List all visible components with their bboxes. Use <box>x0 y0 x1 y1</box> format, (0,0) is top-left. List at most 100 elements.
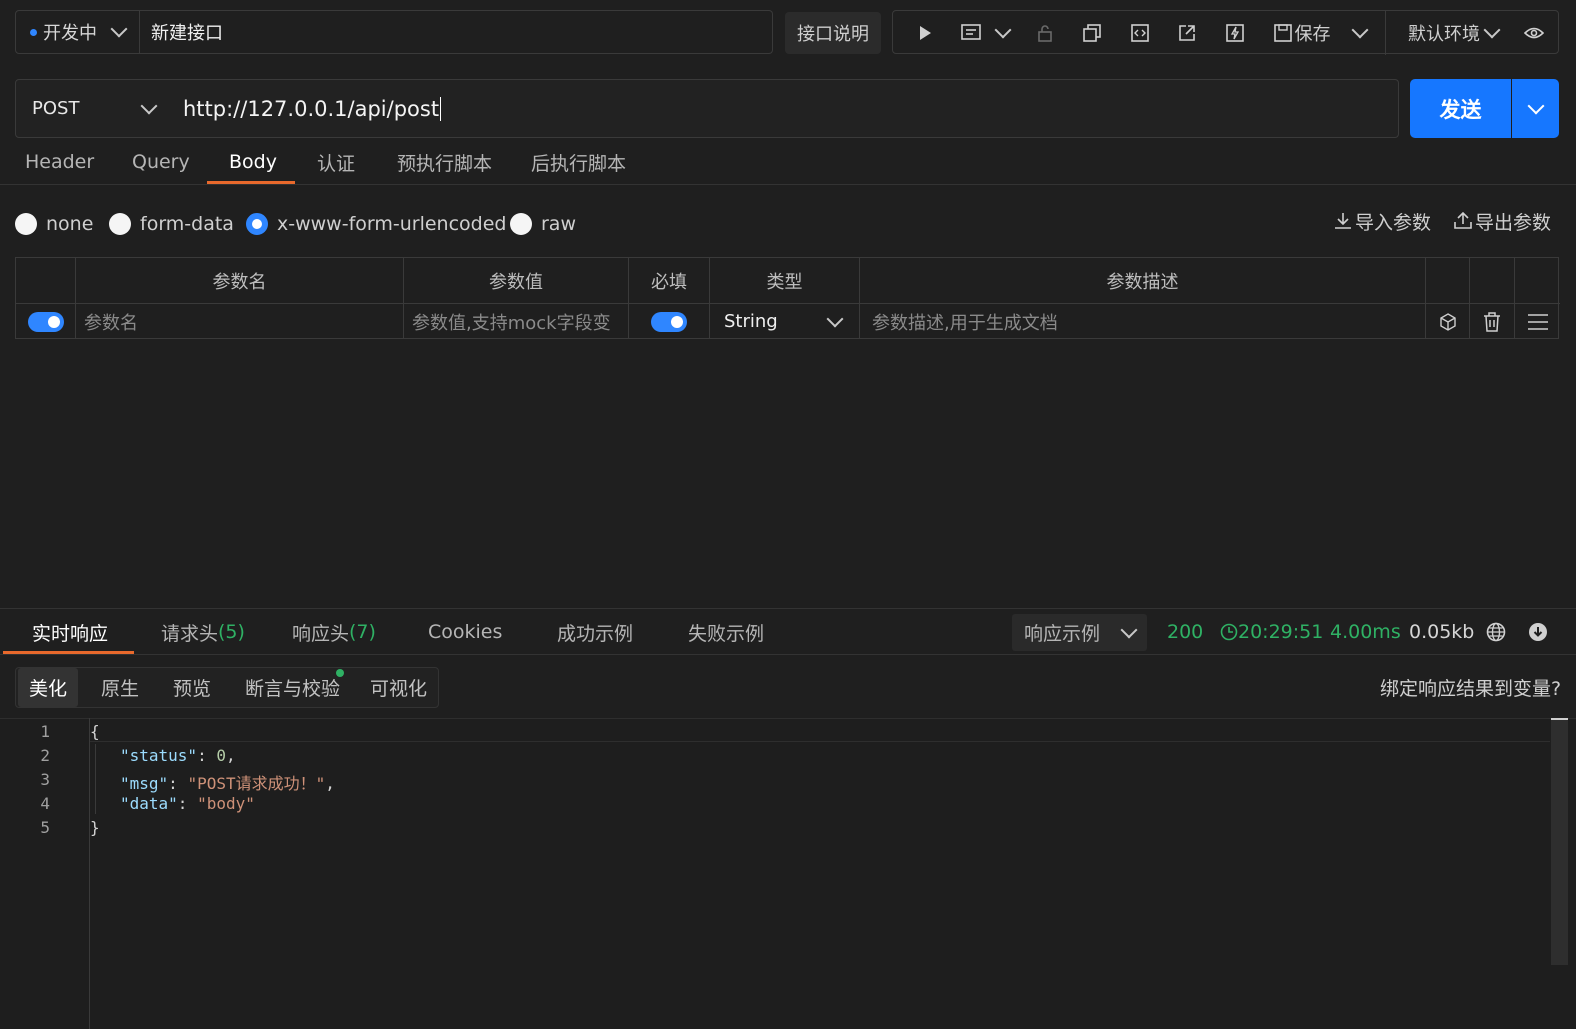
share-icon[interactable] <box>1173 11 1201 55</box>
param-name-input[interactable]: 参数名 <box>76 303 404 339</box>
lock-icon[interactable] <box>1031 11 1059 55</box>
code-line: { <box>90 722 100 741</box>
type-select[interactable]: String <box>710 303 860 339</box>
col-enable <box>16 258 76 303</box>
tab-preview[interactable]: 预览 <box>173 668 211 707</box>
tab-raw[interactable]: 原生 <box>101 668 139 707</box>
radio-circle <box>510 213 532 235</box>
active-tab-indicator <box>207 181 295 184</box>
tab-body[interactable]: Body <box>229 140 277 184</box>
line-number: 3 <box>40 770 50 789</box>
save-button[interactable]: 保存 <box>1267 11 1337 55</box>
radio-circle-selected <box>246 213 268 235</box>
clock-icon <box>1220 623 1238 641</box>
cube-icon[interactable] <box>1426 303 1470 339</box>
tab-fail-example[interactable]: 失败示例 <box>688 609 764 655</box>
tab-request-headers[interactable]: 请求头 (5) <box>161 609 245 655</box>
response-example-select[interactable]: 响应示例 <box>1012 614 1147 651</box>
method-select[interactable]: POST <box>15 79 172 138</box>
col-type: 类型 <box>710 258 860 303</box>
required-toggle[interactable] <box>629 303 710 339</box>
tab-visualize[interactable]: 可视化 <box>370 668 427 707</box>
tab-response-headers[interactable]: 响应头 (7) <box>292 609 376 655</box>
chevron-down-icon <box>140 97 158 114</box>
param-value-input[interactable]: 参数值,支持mock字段变 <box>404 303 629 339</box>
response-size: 0.05kb <box>1409 621 1475 643</box>
radio-urlencoded[interactable]: x-www-form-urlencoded <box>246 210 506 238</box>
toggle-switch <box>651 311 687 332</box>
toolbar-divider <box>1385 11 1386 55</box>
globe-icon[interactable] <box>1486 609 1506 655</box>
chevron-down-icon <box>110 20 128 38</box>
indent-guide <box>95 744 96 814</box>
active-response-tab-indicator <box>3 651 134 654</box>
tab-label: 请求头 <box>161 622 219 645</box>
enable-toggle[interactable] <box>16 303 76 339</box>
chevron-down-icon[interactable] <box>989 11 1017 55</box>
radio-label: form-data <box>140 213 234 235</box>
api-name-input[interactable]: 新建接口 <box>139 10 773 54</box>
code-line: "msg": "POST请求成功！", <box>120 774 335 793</box>
radio-label: none <box>46 213 94 235</box>
type-label: String <box>724 311 778 332</box>
env-select[interactable]: 默认环境 <box>1403 11 1503 55</box>
eye-icon[interactable] <box>1519 11 1549 55</box>
param-table: 参数名 参数值 必填 类型 参数描述 参数名 参数值,支持mock字段变 Str… <box>15 257 1560 339</box>
line-number: 5 <box>40 818 50 837</box>
request-tabs: Header Query Body 认证 预执行脚本 后执行脚本 <box>0 140 1576 185</box>
tab-pre-script[interactable]: 预执行脚本 <box>397 140 492 184</box>
tab-cookies[interactable]: Cookies <box>428 609 502 655</box>
code-line: "status": 0, <box>120 746 236 765</box>
radio-none[interactable]: none <box>15 210 93 238</box>
response-editor[interactable] <box>0 718 1576 1029</box>
send-dropdown-button[interactable] <box>1512 79 1559 138</box>
url-text: http://127.0.0.1/api/post <box>183 96 440 121</box>
tab-assertion[interactable]: 断言与校验 <box>245 668 340 707</box>
line-number: 4 <box>40 794 50 813</box>
code-icon[interactable] <box>1126 11 1154 55</box>
tab-header[interactable]: Header <box>25 140 94 184</box>
code-line: "data": "body" <box>120 794 255 813</box>
env-status-select[interactable]: 开发中 <box>15 10 140 54</box>
col-description: 参数描述 <box>860 258 1426 303</box>
col-param-value: 参数值 <box>404 258 629 303</box>
download-response-icon[interactable] <box>1528 609 1548 655</box>
flash-icon[interactable] <box>1221 11 1249 55</box>
radio-raw[interactable]: raw <box>510 210 576 238</box>
bind-response-link[interactable]: 绑定响应结果到变量? <box>1380 673 1561 701</box>
url-input[interactable]: http://127.0.0.1/api/post <box>171 79 1399 138</box>
tab-query[interactable]: Query <box>132 140 190 184</box>
tab-beautify[interactable]: 美化 <box>18 668 78 707</box>
chevron-down-icon[interactable] <box>1345 11 1375 55</box>
import-params-button[interactable]: 导入参数 <box>1334 207 1431 235</box>
tab-post-script[interactable]: 后执行脚本 <box>531 140 626 184</box>
drag-handle-icon[interactable] <box>1515 303 1560 339</box>
export-params-button[interactable]: 导出参数 <box>1454 207 1551 235</box>
send-button[interactable]: 发送 <box>1410 79 1511 138</box>
toolbar: 保存 默认环境 <box>892 10 1559 55</box>
debug-icon[interactable] <box>957 11 985 55</box>
play-icon[interactable] <box>911 11 939 55</box>
param-description-input[interactable]: 参数描述,用于生成文档 <box>860 303 1426 339</box>
env-status-label: 开发中 <box>43 23 97 44</box>
chevron-down-icon <box>1120 621 1138 638</box>
tab-realtime-response[interactable]: 实时响应 <box>32 609 108 655</box>
tab-label: 响应头 <box>292 622 350 645</box>
col-action-3 <box>1515 258 1560 303</box>
save-icon <box>1273 24 1292 42</box>
toggle-switch <box>27 311 64 332</box>
api-doc-button[interactable]: 接口说明 <box>785 12 881 54</box>
col-required: 必填 <box>629 258 710 303</box>
radio-form-data[interactable]: form-data <box>109 210 234 238</box>
status-code: 200 <box>1167 621 1204 643</box>
tab-success-example[interactable]: 成功示例 <box>557 609 633 655</box>
copy-icon[interactable] <box>1078 11 1106 55</box>
env-status-dot <box>30 28 37 36</box>
save-label: 保存 <box>1294 24 1331 45</box>
editor-scrollbar[interactable] <box>1551 720 1568 965</box>
tab-auth[interactable]: 认证 <box>317 140 355 184</box>
export-params-label: 导出参数 <box>1475 211 1552 234</box>
trash-icon[interactable] <box>1470 303 1515 339</box>
method-label: POST <box>32 98 80 119</box>
line-number: 1 <box>40 722 50 741</box>
